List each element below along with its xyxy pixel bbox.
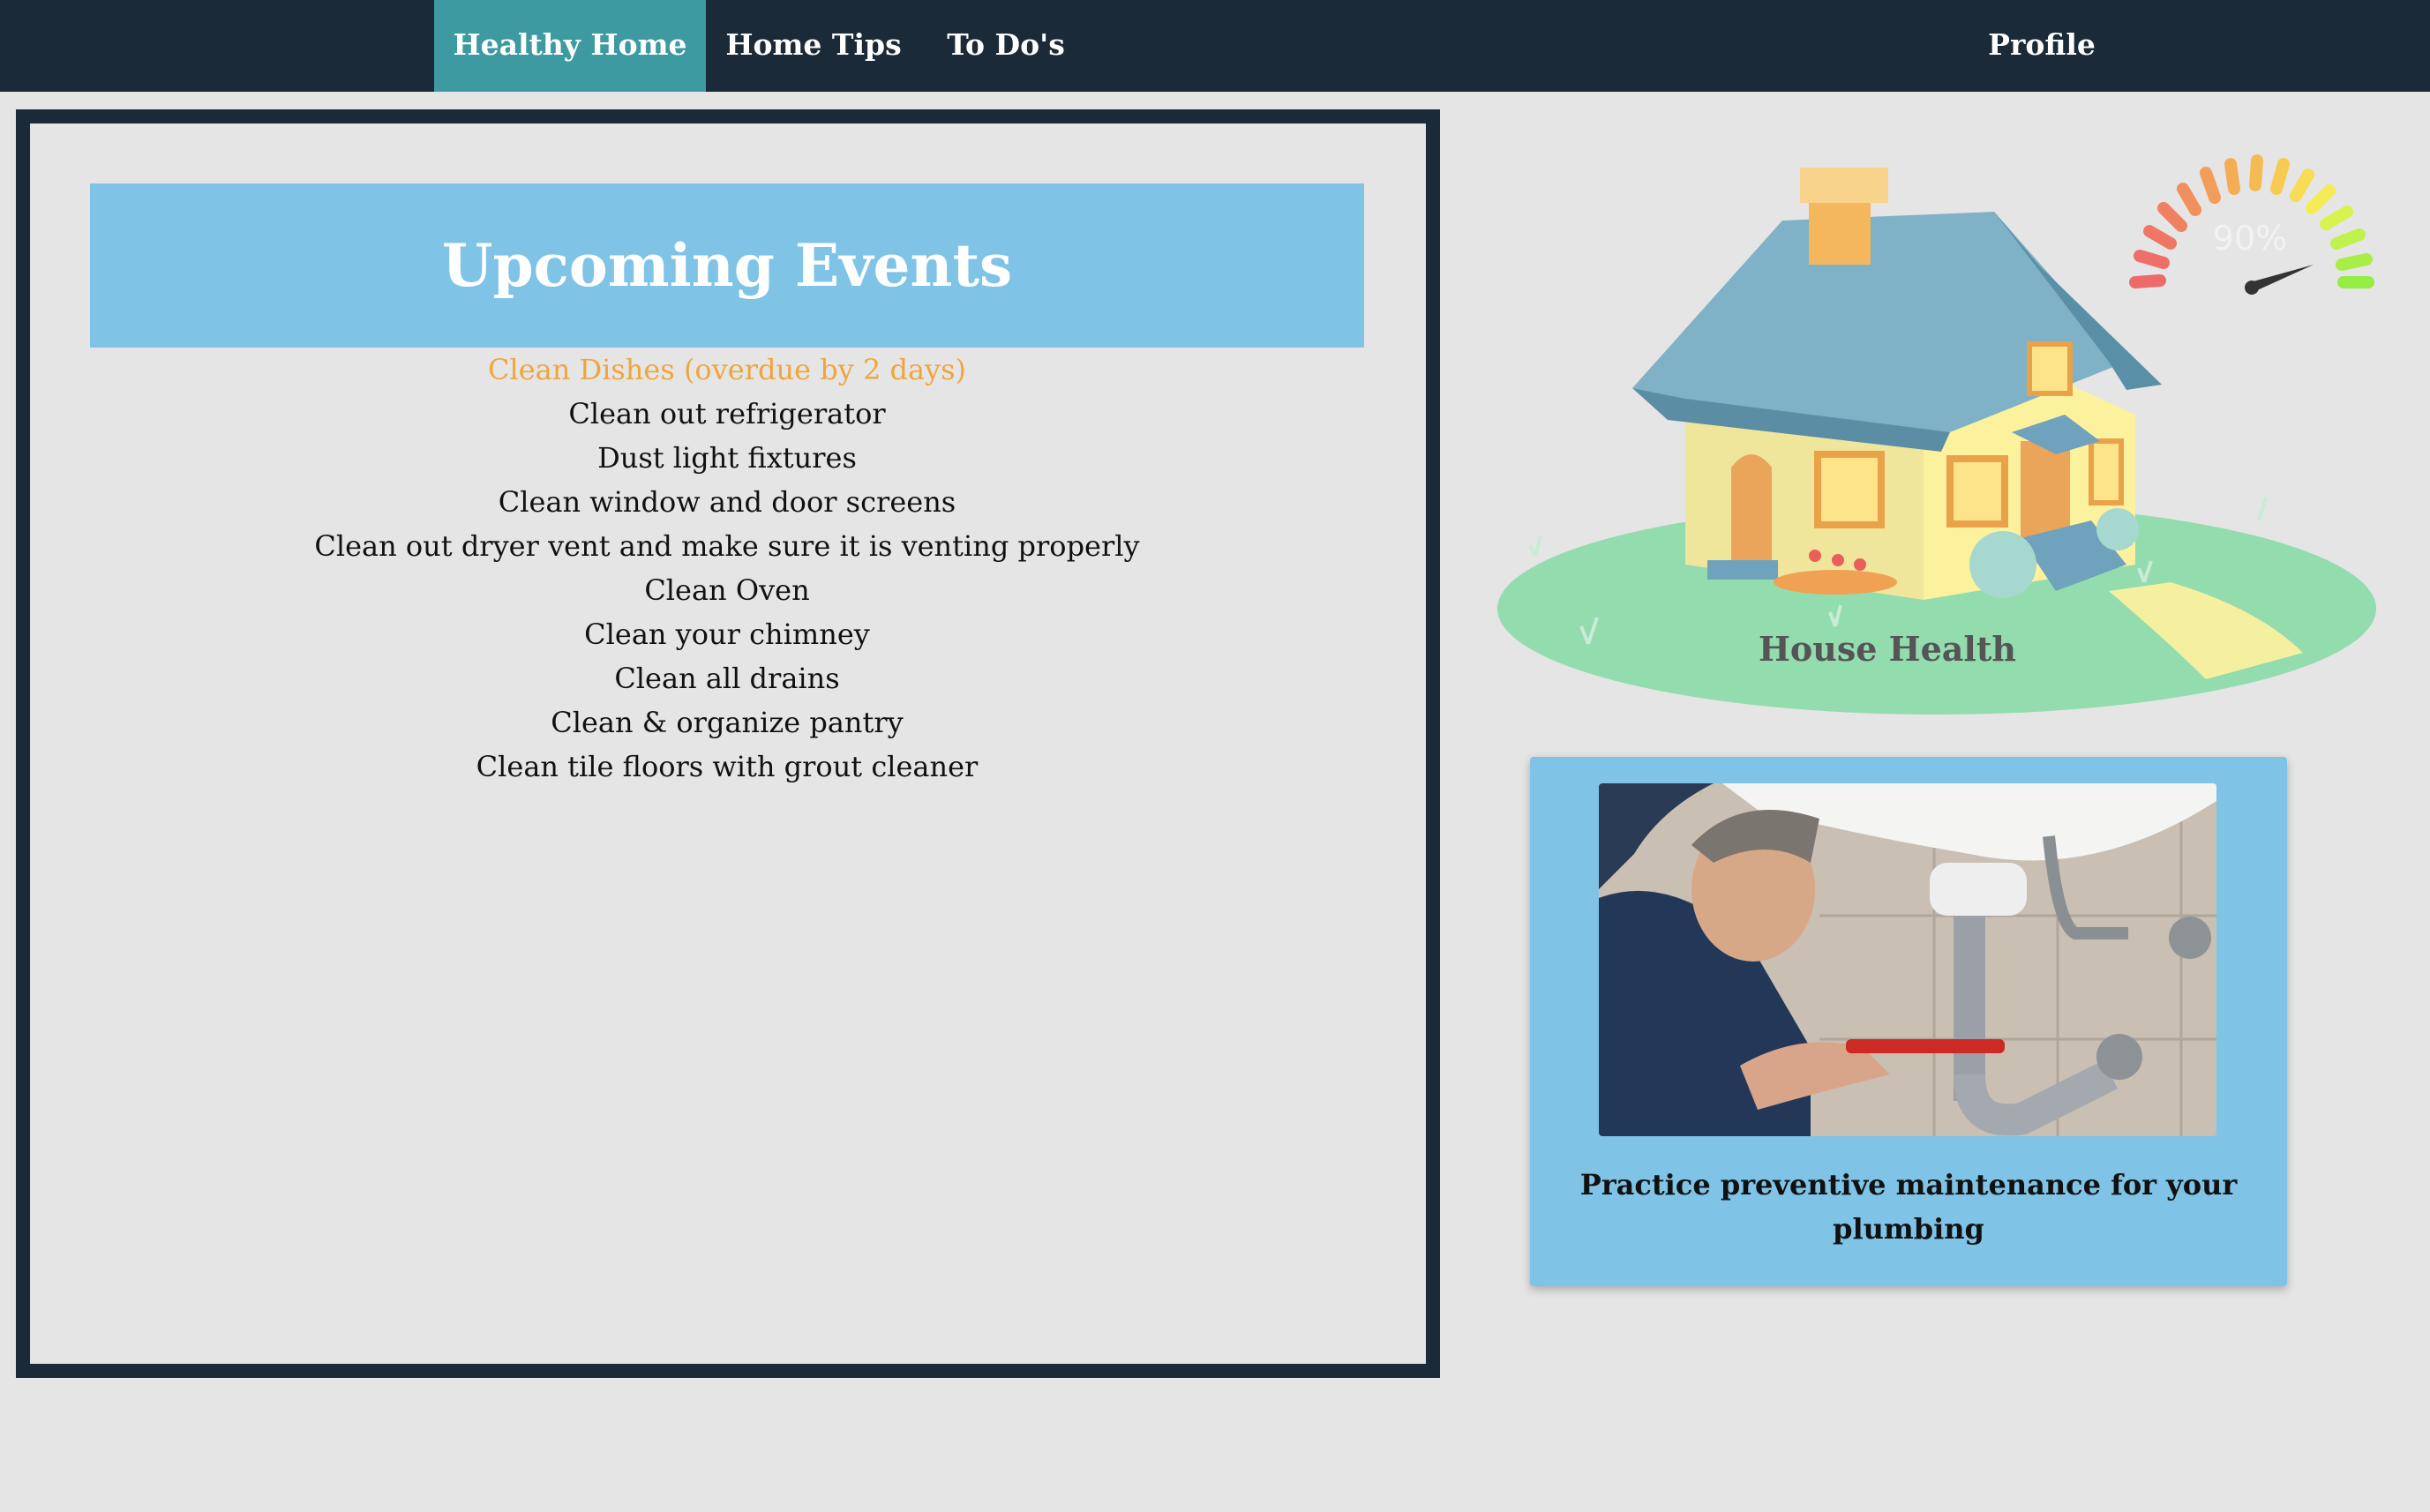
nav-tab-home-tips[interactable]: Home Tips (711, 0, 916, 92)
event-item[interactable]: Dust light fixtures (90, 436, 1364, 480)
tip-card[interactable]: Practice preventive maintenance for your… (1530, 757, 2287, 1286)
event-item[interactable]: Clean tile floors with grout cleaner (90, 745, 1364, 789)
tip-text: Practice preventive maintenance for your… (1579, 1168, 2238, 1246)
event-item[interactable]: Clean your chimney (90, 612, 1364, 656)
house-icon (1632, 168, 2162, 600)
health-gauge-value: 90% (2212, 219, 2288, 258)
nav-tab-healthy-home[interactable]: Healthy Home (434, 0, 706, 92)
event-item[interactable]: Clean & organize pantry (90, 700, 1364, 745)
event-item[interactable]: Clean Oven (90, 568, 1364, 612)
top-navbar: Healthy Home Home Tips To Do's Profile (0, 0, 2430, 92)
gauge-needle-icon (2250, 265, 2314, 291)
plumber-fixing-sink-photo-icon (1599, 783, 2216, 1136)
house-health-label: House Health (1759, 629, 2016, 669)
nav-profile-link[interactable]: Profile (1968, 0, 2116, 92)
event-item[interactable]: Clean window and door screens (90, 480, 1364, 524)
upcoming-events-header: Upcoming Events (90, 183, 1364, 348)
nav-tab-to-dos[interactable]: To Do's (935, 0, 1076, 92)
event-item[interactable]: Clean out refrigerator (90, 392, 1364, 436)
upcoming-events-list: Clean Dishes (overdue by 2 days) Clean o… (90, 348, 1364, 789)
upcoming-events-title: Upcoming Events (441, 231, 1013, 300)
event-item[interactable]: Clean out dryer vent and make sure it is… (90, 524, 1364, 568)
plumber-photo (1599, 783, 2216, 1136)
event-item[interactable]: Clean all drains (90, 656, 1364, 700)
event-item-overdue[interactable]: Clean Dishes (overdue by 2 days) (90, 348, 1364, 392)
